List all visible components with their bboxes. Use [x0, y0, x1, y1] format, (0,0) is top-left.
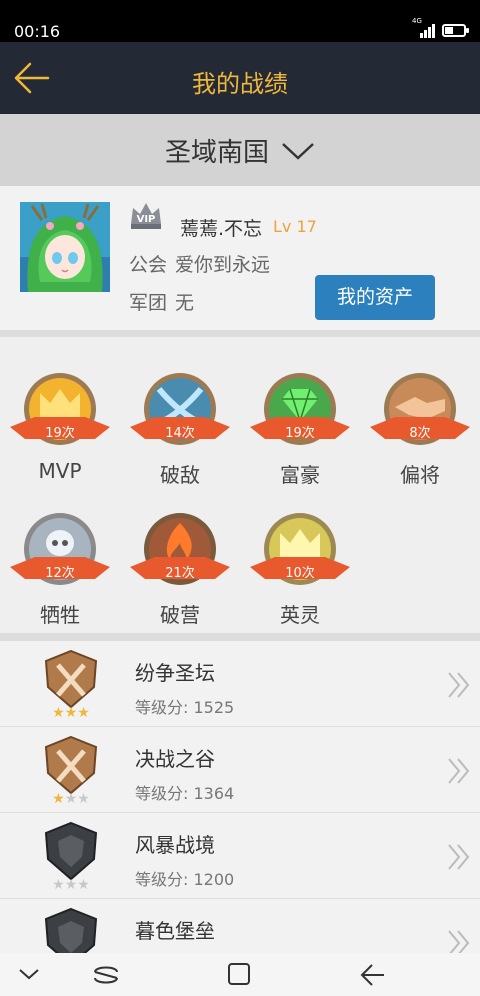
page-title: 我的战绩	[192, 70, 288, 98]
guild-label: 公会	[129, 254, 168, 276]
bronze-rank-emblem-icon: ★★★	[44, 735, 98, 805]
rank-score: 等级分: 1364	[135, 784, 235, 803]
rank-score: 等级分: 1200	[135, 870, 235, 889]
rank-name: 暮色堡垒	[135, 919, 215, 943]
level: Lv 17	[273, 217, 317, 236]
svg-text:★★★: ★★★	[52, 705, 90, 719]
signal-icon: 4G	[412, 17, 436, 38]
badge-defeat[interactable]: 14次 破敌	[120, 353, 240, 493]
avatar[interactable]	[20, 202, 110, 292]
vip-badge-icon: VIP	[128, 200, 164, 236]
legion-value: 无	[175, 292, 195, 314]
legion-label: 军团	[129, 292, 168, 314]
iron-rank-emblem-icon	[44, 907, 98, 953]
badge-sacrifice[interactable]: 12次 牺牲	[0, 493, 120, 633]
chevron-down-icon[interactable]	[18, 967, 40, 981]
svg-text:VIP: VIP	[137, 214, 156, 225]
nickname: 蔫蔫.不忘	[180, 218, 263, 240]
badge-name: 破营	[160, 603, 200, 627]
rank-row[interactable]: ★★★ 风暴战境 等级分: 1200	[0, 813, 480, 899]
svg-text:★★★: ★★★	[52, 877, 90, 891]
rank-row[interactable]: ★★★ 决战之谷 等级分: 1364	[0, 727, 480, 813]
battery-icon	[442, 23, 469, 37]
iron-rank-emblem-icon: ★★★	[44, 821, 98, 891]
status-icons: 4G	[412, 17, 469, 38]
rank-name: 纷争圣坛	[135, 661, 215, 685]
achievement-badges: 19次 MVP 14次 破敌 19次 富豪 8次 偏将 12次 牺牲 21次 破…	[0, 337, 480, 633]
legion-row: 军团无	[129, 288, 194, 315]
badge-name: 英灵	[280, 603, 320, 627]
double-chevron-right-icon	[448, 844, 470, 870]
badge-count: 19次	[45, 426, 75, 441]
chevron-down-icon	[282, 142, 314, 160]
badge-name: 偏将	[400, 463, 440, 487]
rank-row[interactable]: 暮色堡垒	[0, 899, 480, 953]
rank-row[interactable]: ★★★ 纷争圣坛 等级分: 1525	[0, 641, 480, 727]
badge-rich[interactable]: 19次 富豪	[240, 353, 360, 493]
badge-name: 牺牲	[40, 603, 80, 627]
rank-name: 决战之谷	[135, 747, 215, 771]
badge-name: 富豪	[280, 463, 320, 487]
system-nav-bar	[0, 953, 480, 996]
status-bar: 00:16 4G	[0, 0, 480, 42]
badge-count: 12次	[45, 566, 75, 581]
app-header: 我的战绩	[0, 42, 480, 114]
badge-mvp[interactable]: 19次 MVP	[0, 353, 120, 493]
divider	[0, 633, 480, 641]
badge-count: 14次	[165, 426, 195, 441]
rank-name: 风暴战境	[135, 833, 215, 857]
badge-count: 21次	[165, 566, 195, 581]
back-icon[interactable]	[358, 961, 386, 989]
badge-lieutenant[interactable]: 8次 偏将	[360, 353, 480, 493]
double-chevron-right-icon	[448, 930, 470, 953]
badge-name: MVP	[38, 459, 82, 483]
server-name: 圣域南国	[164, 138, 269, 168]
status-time: 00:16	[14, 22, 61, 41]
guild-value: 爱你到永远	[175, 254, 271, 276]
badge-hero-spirit[interactable]: 10次 英灵	[240, 493, 360, 633]
badge-count: 8次	[409, 426, 431, 441]
badge-count: 10次	[285, 566, 315, 581]
bronze-rank-emblem-icon: ★★★	[44, 649, 98, 719]
double-chevron-right-icon	[448, 672, 470, 698]
svg-text:★★★: ★★★	[52, 791, 90, 805]
my-assets-button[interactable]: 我的资产	[315, 275, 435, 320]
badge-count: 19次	[285, 426, 315, 441]
divider	[0, 330, 480, 337]
guild-row: 公会 爱你到永远	[129, 250, 270, 277]
profile-card: VIP 蔫蔫.不忘 Lv 17 公会 爱你到永远 军团无 我的资产	[0, 186, 480, 330]
rank-list: ★★★ 纷争圣坛 等级分: 1525 ★★★ 决战之谷 等级分: 1364 ★★…	[0, 641, 480, 953]
recent-apps-icon[interactable]	[92, 961, 120, 989]
rank-score: 等级分: 1525	[135, 698, 235, 717]
server-selector[interactable]: 圣域南国	[0, 114, 480, 186]
double-chevron-right-icon	[448, 758, 470, 784]
badge-name: 破敌	[160, 463, 200, 487]
badge-break-camp[interactable]: 21次 破营	[120, 493, 240, 633]
home-icon[interactable]	[226, 961, 252, 987]
